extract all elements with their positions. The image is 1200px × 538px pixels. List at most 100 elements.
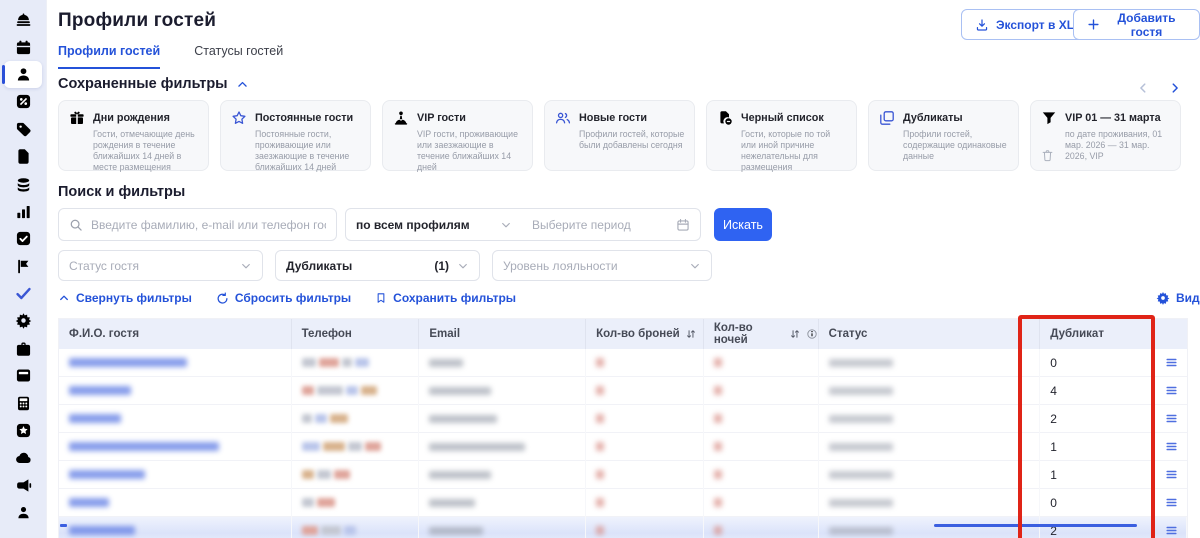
sidebar-item-cloud[interactable]: [4, 444, 42, 471]
bookings-count-cell: [586, 517, 704, 538]
saved-filter-card[interactable]: Дни рожденияГости, отмечающие день рожде…: [58, 100, 209, 171]
loyalty-select[interactable]: Уровень лояльности: [492, 250, 712, 281]
saved-filter-card[interactable]: ДубликатыПрофили гостей, содержащие один…: [868, 100, 1019, 171]
duplicates-select[interactable]: Дубликаты (1): [275, 250, 480, 281]
megaphone-icon: [15, 477, 32, 494]
sidebar-item-user[interactable]: [4, 499, 42, 526]
redacted-guest-name[interactable]: [69, 358, 187, 367]
redacted-guest-name[interactable]: [69, 526, 135, 535]
tab-guest-profiles[interactable]: Профили гостей: [58, 44, 160, 69]
column-header-4[interactable]: Кол-во ночей: [704, 319, 819, 349]
sidebar-item-chart[interactable]: [4, 198, 42, 225]
guest-email-cell: [419, 489, 586, 517]
calendar-icon: [15, 39, 32, 56]
download-icon: [975, 18, 989, 32]
row-menu-icon[interactable]: [1164, 495, 1179, 510]
guest-row[interactable]: 1: [59, 433, 1187, 461]
carousel-next-button[interactable]: [1165, 78, 1185, 98]
row-menu-icon[interactable]: [1164, 355, 1179, 370]
saved-filter-card[interactable]: Новые гостиПрофили гостей, которые были …: [544, 100, 695, 171]
row-menu-icon[interactable]: [1164, 411, 1179, 426]
redacted-guest-name[interactable]: [69, 498, 109, 507]
duplicate-count-cell: 0: [1040, 489, 1152, 517]
duplicate-count-value: 4: [1050, 384, 1057, 398]
sort-icon: [685, 328, 697, 340]
add-guest-button[interactable]: Добавить гостя: [1073, 9, 1200, 40]
sidebar-item-flag[interactable]: [4, 253, 42, 280]
saved-filter-card[interactable]: Черный списокГости, которые по той или и…: [706, 100, 857, 171]
redacted-guest-name[interactable]: [69, 470, 145, 479]
row-menu-icon[interactable]: [1164, 523, 1179, 538]
briefcase-icon: [15, 340, 32, 357]
sidebar-item-star-badge[interactable]: [4, 417, 42, 444]
bookings-count-cell: [586, 461, 704, 489]
view-settings-link[interactable]: Вид: [1156, 291, 1200, 305]
guest-row[interactable]: 2: [59, 405, 1187, 433]
sidebar-item-percent[interactable]: [4, 88, 42, 115]
nights-count-cell: [704, 517, 819, 538]
row-menu-icon[interactable]: [1164, 383, 1179, 398]
chevron-down-icon: [240, 260, 252, 272]
saved-filter-card[interactable]: VIP 01 — 31 мартапо дате проживания, 01 …: [1030, 100, 1181, 171]
plus-icon: [1087, 18, 1100, 31]
tab-guest-statuses[interactable]: Статусы гостей: [194, 44, 283, 69]
guest-row[interactable]: 2: [59, 517, 1187, 538]
redacted-guest-name[interactable]: [69, 414, 121, 423]
reset-filters-link[interactable]: Сбросить фильтры: [216, 291, 351, 305]
guest-phone-cell: [292, 489, 420, 517]
sidebar-item-gear[interactable]: [4, 307, 42, 334]
row-menu-icon[interactable]: [1164, 439, 1179, 454]
bell-icon: [15, 11, 32, 28]
row-actions-cell: [1152, 517, 1187, 538]
saved-filter-title: Постоянные гости: [255, 112, 353, 124]
sidebar-item-money[interactable]: [4, 170, 42, 197]
guest-status-select[interactable]: Статус гостя: [58, 250, 263, 281]
trash-icon[interactable]: [1041, 149, 1054, 162]
sidebar-item-check-square[interactable]: [4, 225, 42, 252]
saved-filter-title: VIP 01 — 31 марта: [1065, 112, 1161, 124]
sidebar-item-bell[interactable]: [4, 6, 42, 33]
saved-filter-title: Дубликаты: [903, 112, 963, 124]
guest-row[interactable]: 1: [59, 461, 1187, 489]
collapse-filters-link[interactable]: Свернуть фильтры: [58, 291, 192, 305]
saved-filter-card[interactable]: Постоянные гостиПостоянные гости, прожив…: [220, 100, 371, 171]
guest-row[interactable]: 0: [59, 489, 1187, 517]
guest-email-cell: [419, 517, 586, 538]
redacted-guest-name[interactable]: [69, 386, 131, 395]
saved-filter-description: Гости, отмечающие день рождения в течени…: [93, 129, 199, 173]
row-menu-icon[interactable]: [1164, 467, 1179, 482]
chevron-up-icon[interactable]: [236, 78, 249, 91]
guest-email-cell: [419, 405, 586, 433]
column-header-5: Статус: [819, 319, 1041, 349]
period-input[interactable]: [532, 218, 668, 232]
column-label: Кол-во броней: [596, 328, 680, 340]
period-field[interactable]: [522, 208, 701, 241]
guest-row[interactable]: 0: [59, 349, 1187, 377]
guest-status-cell: [819, 517, 1041, 538]
filter-links: Свернуть фильтры Сбросить фильтры Сохран…: [58, 291, 516, 305]
carousel-prev-button[interactable]: [1133, 78, 1153, 98]
search-filters-label: Поиск и фильтры: [58, 184, 185, 200]
save-filters-link[interactable]: Сохранить фильтры: [375, 291, 516, 305]
bookings-count-cell: [586, 377, 704, 405]
guest-row[interactable]: 4: [59, 377, 1187, 405]
sidebar-item-document[interactable]: [4, 143, 42, 170]
redacted-guest-name[interactable]: [69, 442, 219, 451]
sidebar-item-briefcase[interactable]: [4, 335, 42, 362]
guest-search-field[interactable]: [58, 208, 337, 241]
search-input[interactable]: [91, 218, 326, 232]
sidebar-item-megaphone[interactable]: [4, 472, 42, 499]
saved-filter-card[interactable]: VIP гостиVIP гости, проживающие или заез…: [382, 100, 533, 171]
sidebar-item-calculator[interactable]: [4, 389, 42, 416]
saved-filter-title: Новые гости: [579, 112, 647, 124]
column-header-3[interactable]: Кол-во броней: [586, 319, 704, 349]
sidebar-item-checkmark[interactable]: [4, 280, 42, 307]
nights-count-cell: [704, 489, 819, 517]
table-body: 0421102: [59, 349, 1187, 538]
sidebar-item-calendar[interactable]: [4, 33, 42, 60]
sidebar-item-tag[interactable]: [4, 116, 42, 143]
search-button[interactable]: Искать: [714, 208, 772, 241]
sidebar-item-terminal[interactable]: [4, 362, 42, 389]
search-scope-select[interactable]: по всем профилям: [345, 208, 523, 241]
sidebar-item-guest[interactable]: [4, 61, 42, 88]
